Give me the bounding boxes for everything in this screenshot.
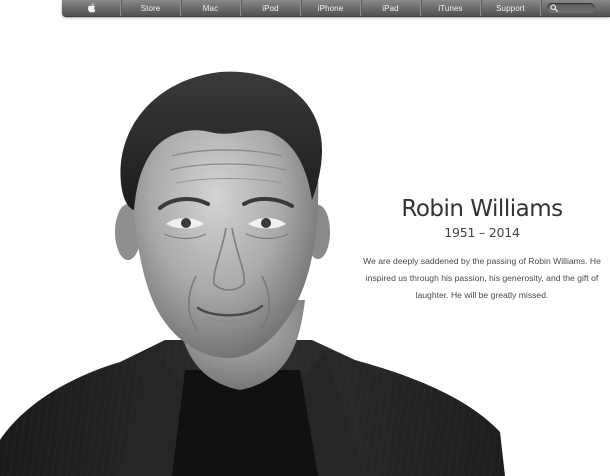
apple-logo-icon xyxy=(87,3,95,13)
nav-label: Support xyxy=(496,3,525,13)
nav-label: Mac xyxy=(202,3,219,13)
nav-label: iPad xyxy=(382,3,399,13)
tribute-message: We are deeply saddened by the passing of… xyxy=(363,256,601,300)
nav-label: iPod xyxy=(262,3,279,13)
nav-iphone[interactable]: iPhone xyxy=(300,0,360,16)
nav-apple-home[interactable] xyxy=(62,0,120,16)
nav-label: iPhone xyxy=(317,3,344,13)
nav-itunes[interactable]: iTunes xyxy=(420,0,480,16)
magnifier-icon xyxy=(550,4,558,12)
nav-store[interactable]: Store xyxy=(120,0,180,16)
nav-ipod[interactable]: iPod xyxy=(240,0,300,16)
tribute-block: Robin Williams 1951 – 2014 We are deeply… xyxy=(360,194,604,304)
tribute-name: Robin Williams xyxy=(401,196,563,222)
nav-mac[interactable]: Mac xyxy=(180,0,240,16)
tribute-years: 1951 – 2014 xyxy=(444,225,520,240)
nav-search xyxy=(540,0,610,16)
search-input[interactable] xyxy=(547,3,595,13)
global-nav: Store Mac iPod iPhone iPad iTunes Suppor… xyxy=(62,0,610,17)
nav-label: iTunes xyxy=(438,3,463,13)
nav-ipad[interactable]: iPad xyxy=(360,0,420,16)
nav-support[interactable]: Support xyxy=(480,0,540,16)
nav-label: Store xyxy=(140,3,161,13)
